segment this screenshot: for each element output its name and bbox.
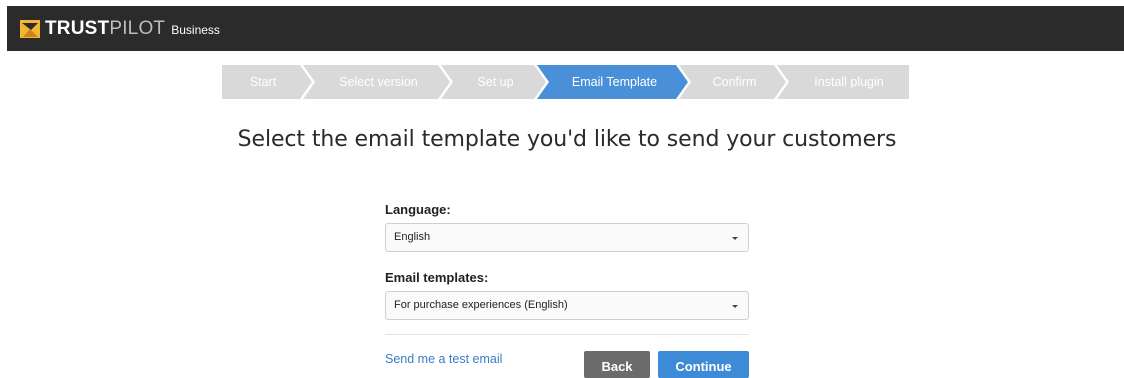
language-select[interactable]: English xyxy=(385,223,749,252)
email-templates-select[interactable]: For purchase experiences (English) xyxy=(385,291,749,320)
chevron-down-icon xyxy=(732,237,738,240)
continue-button[interactable]: Continue xyxy=(658,351,749,378)
wizard-step-start: Start xyxy=(249,75,277,89)
trustpilot-logo[interactable]: TRUSTPILOT Business xyxy=(19,18,220,40)
wizard-step-select-version: Select version xyxy=(339,75,418,89)
email-templates-label: Email templates: xyxy=(385,270,489,285)
chevron-down-icon xyxy=(732,305,738,308)
wizard-step-confirm: Confirm xyxy=(712,75,757,89)
trustpilot-star-icon xyxy=(20,20,40,38)
language-label: Language: xyxy=(385,202,451,217)
wizard-steps: Start Select version Set up Email Template C… xyxy=(222,65,909,99)
email-templates-select-value: For purchase experiences (English) xyxy=(394,299,568,311)
language-select-value: English xyxy=(394,231,431,243)
top-bar: TRUSTPILOT Business xyxy=(7,6,1124,51)
form-divider xyxy=(385,334,749,335)
page-title: Select the email template you'd like to … xyxy=(237,127,897,152)
brand-name: TRUSTPILOT xyxy=(45,18,166,39)
back-button[interactable]: Back xyxy=(584,351,650,378)
brand-suffix: Business xyxy=(171,23,220,37)
send-test-email-link[interactable]: Send me a test email xyxy=(385,352,502,366)
wizard-step-set-up: Set up xyxy=(477,75,514,89)
wizard-step-email-template: Email Template xyxy=(571,75,658,89)
wizard-step-install-plugin: Install plugin xyxy=(814,75,884,89)
